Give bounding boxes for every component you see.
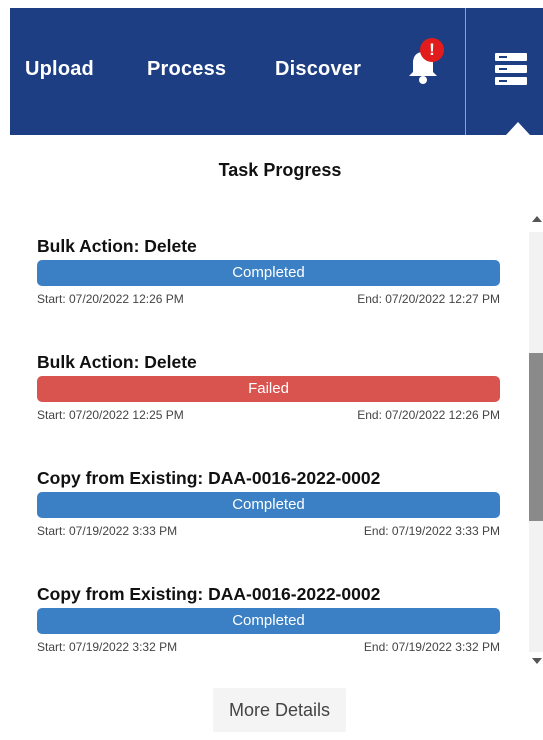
task-times: Start: 07/19/2022 3:33 PM End: 07/19/202… [37, 524, 500, 538]
task-title: Copy from Existing: DAA-0016-2022-0002 [37, 468, 381, 488]
task-start-time: Start: 07/19/2022 3:33 PM [37, 524, 178, 538]
task-title: Bulk Action: Delete [37, 352, 197, 372]
task-progress-page: Upload Process Discover ! Task Progress [0, 0, 543, 740]
notifications-button[interactable]: ! [407, 38, 447, 88]
status-bar: Failed [37, 376, 500, 402]
panel-title: Task Progress [218, 160, 342, 180]
task-menu-button[interactable] [476, 8, 543, 135]
task-title: Copy from Existing: DAA-0016-2022-0002 [37, 584, 381, 604]
top-navbar: Upload Process Discover ! [10, 8, 543, 135]
task-item: Bulk Action: Delete Completed Start: 07/… [37, 235, 500, 306]
task-times: Start: 07/20/2022 12:26 PM End: 07/20/20… [37, 292, 500, 306]
task-times: Start: 07/19/2022 3:32 PM End: 07/19/202… [37, 640, 500, 654]
more-details-button[interactable]: More Details [213, 688, 346, 732]
task-start-time: Start: 07/19/2022 3:32 PM [37, 640, 178, 654]
task-times: Start: 07/20/2022 12:25 PM End: 07/20/20… [37, 408, 500, 422]
dropdown-caret [506, 122, 530, 135]
nav-divider [465, 8, 466, 135]
server-stack-icon [495, 53, 527, 85]
task-end-time: End: 07/20/2022 12:26 PM [357, 408, 500, 422]
task-title: Bulk Action: Delete [37, 236, 197, 256]
task-item: Copy from Existing: DAA-0016-2022-0002 C… [37, 467, 500, 538]
notification-badge: ! [420, 38, 444, 62]
status-bar: Completed [37, 608, 500, 634]
task-end-time: End: 07/19/2022 3:33 PM [363, 524, 500, 538]
scroll-up-arrow-icon[interactable] [532, 216, 542, 222]
status-bar: Completed [37, 260, 500, 286]
scrollbar-thumb[interactable] [529, 353, 543, 521]
task-start-time: Start: 07/20/2022 12:26 PM [37, 292, 184, 306]
nav-upload[interactable]: Upload [25, 58, 94, 81]
task-start-time: Start: 07/20/2022 12:25 PM [37, 408, 184, 422]
task-end-time: End: 07/19/2022 3:32 PM [363, 640, 500, 654]
status-bar: Completed [37, 492, 500, 518]
nav-process[interactable]: Process [147, 58, 226, 81]
task-item: Bulk Action: Delete Failed Start: 07/20/… [37, 351, 500, 422]
task-item: Copy from Existing: DAA-0016-2022-0002 C… [37, 583, 500, 654]
nav-discover[interactable]: Discover [275, 58, 361, 81]
task-end-time: End: 07/20/2022 12:27 PM [357, 292, 500, 306]
scroll-down-arrow-icon[interactable] [532, 658, 542, 664]
